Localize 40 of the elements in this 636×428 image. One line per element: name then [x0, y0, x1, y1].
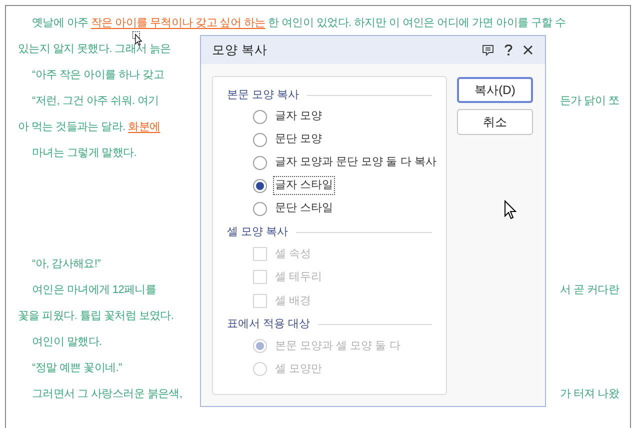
radio-button[interactable]: [253, 202, 267, 216]
document-text: 꽃을 피웠다. 튤립 꽃처럼 보였다.: [18, 308, 174, 324]
document-text: 마녀는 그렇게 말했다.: [32, 146, 137, 161]
radio-label: 글자 모양: [274, 109, 324, 124]
mouse-cursor-icon: [504, 200, 517, 220]
document-text: “정말 예쁜 꽃이네.”: [32, 360, 122, 376]
radio-button[interactable]: [253, 178, 267, 192]
radio-label: 글자 스타일: [274, 177, 334, 194]
document-text: 여인은 마녀에게 12페니를: [32, 282, 156, 298]
document-text: “저런, 그건 아주 쉬워. 여기: [32, 94, 159, 109]
radio-label: 셀 모양만: [274, 362, 324, 377]
section-heading: 셀 모양 복사: [227, 224, 288, 240]
radio-button[interactable]: [253, 156, 267, 170]
checkbox-label: 셀 배경: [275, 294, 312, 308]
document-text: 서 곧 커다란: [560, 282, 620, 298]
radio-label: 문단 모양: [274, 132, 324, 148]
dialog-title: 모양 복사: [212, 42, 268, 59]
document-text: 그러면서 그 사랑스러운 붉은색,: [32, 386, 182, 402]
checkbox-label: 셀 테두리: [275, 270, 322, 285]
dialog-button[interactable]: 취소: [457, 109, 533, 135]
radio-label: 본문 모양과 셀 모양 둘 다: [274, 338, 402, 354]
document-text: 아 먹는 것들과는 달라. 화분에: [18, 120, 160, 135]
section-heading: 표에서 적용 대상: [227, 317, 310, 332]
close-icon[interactable]: [523, 45, 533, 55]
document-text: “아주 작은 아이를 하나 갖고: [32, 68, 164, 83]
section-heading: 본문 모양 복사: [227, 88, 300, 103]
document-text: 든가 닭이 쪼: [560, 94, 620, 109]
help-icon[interactable]: [504, 44, 513, 56]
document-text: 옛날에 아주 작은 아이를 무척이나 갖고 싶어 하는 한 여인이 있었다. 하지만 이 여인은 어디에 가면 아이를 구할 수: [32, 16, 566, 31]
document-text: “아, 감사해요!”: [32, 256, 100, 272]
dialog-button[interactable]: 복사(D): [457, 77, 533, 103]
radio-label: 문단 스타일: [274, 201, 334, 216]
radio-button[interactable]: [253, 110, 267, 124]
comment-icon[interactable]: [482, 44, 494, 56]
document-text: 가 터져 나왔: [560, 386, 620, 402]
document-text: 여인이 말했다.: [32, 334, 102, 350]
checkbox-label: 셀 속성: [275, 246, 312, 262]
radio-button[interactable]: [253, 132, 267, 146]
document-text: 있는지 알지 못했다. 그래서 늙은: [18, 42, 171, 57]
radio-label: 글자 모양과 문단 모양 둘 다 복사: [274, 155, 438, 170]
